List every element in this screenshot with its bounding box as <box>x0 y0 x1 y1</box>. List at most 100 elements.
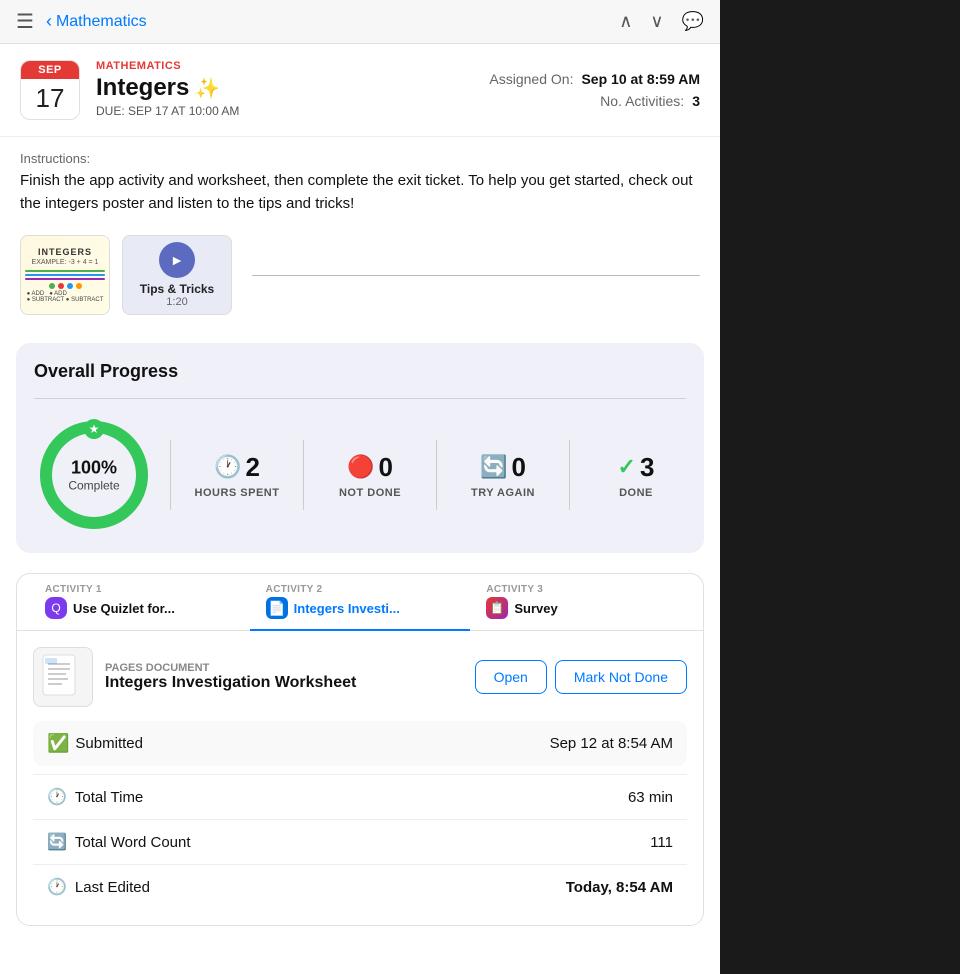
progress-title: Overall Progress <box>34 361 686 382</box>
tab1-label: ACTIVITY 1 <box>45 584 234 595</box>
stat-not-done-value: 0 <box>378 452 392 483</box>
stat-divider-2 <box>303 440 304 510</box>
svg-text:★: ★ <box>89 422 100 436</box>
chevron-up-icon[interactable]: ∧ <box>619 11 632 32</box>
assignment-title: Integers ✨ <box>96 74 464 102</box>
no-activities-value: 3 <box>692 93 700 109</box>
stat-try-again-label: TRY AGAIN <box>471 487 535 499</box>
assignment-due: DUE: SEP 17 AT 10:00 AM <box>96 104 464 118</box>
horizontal-divider <box>252 275 700 276</box>
video-duration: 1:20 <box>166 296 187 308</box>
integers-poster-thumb[interactable]: INTEGERS EXAMPLE: -3 + 4 = 1 ● ADD ● ADD… <box>20 235 110 315</box>
play-button[interactable]: ► <box>159 242 195 278</box>
stat-divider-4 <box>569 440 570 510</box>
stat-hours-value: 2 <box>245 452 259 483</box>
word-count-label: Total Word Count <box>75 834 191 851</box>
title-text: Integers <box>96 74 189 102</box>
activity-tabs: ACTIVITY 1 Q Use Quizlet for... ACTIVITY… <box>17 574 703 631</box>
quizlet-icon: Q <box>45 597 67 619</box>
attachments-section: INTEGERS EXAMPLE: -3 + 4 = 1 ● ADD ● ADD… <box>0 225 720 331</box>
stat-done: ✓ 3 DONE <box>586 452 686 499</box>
submitted-check-icon: ✅ <box>47 733 69 754</box>
calendar-icon: SEP 17 <box>20 60 80 120</box>
instructions-section: Instructions: Finish the app activity an… <box>0 137 720 225</box>
activity-tab-3[interactable]: ACTIVITY 3 📋 Survey <box>470 574 691 630</box>
assignment-subject: MATHEMATICS <box>96 60 464 72</box>
activity-tab-2[interactable]: ACTIVITY 2 📄 Integers Investi... <box>250 574 471 631</box>
video-title: Tips & Tricks <box>140 282 214 296</box>
calendar-month: SEP <box>21 61 79 79</box>
assignment-info: MATHEMATICS Integers ✨ DUE: SEP 17 AT 10… <box>96 60 464 120</box>
last-edited-icon: 🕐 <box>47 877 67 897</box>
back-label: Mathematics <box>56 13 147 31</box>
total-time-value: 63 min <box>628 789 673 806</box>
activity-tab-1[interactable]: ACTIVITY 1 Q Use Quizlet for... <box>29 574 250 630</box>
top-nav: ☰ ‹ Mathematics ∧ ∨ 💬 <box>0 0 720 44</box>
stat-not-done: 🔴 0 NOT DONE <box>320 452 420 499</box>
mark-not-done-button[interactable]: Mark Not Done <box>555 660 687 694</box>
total-time-label: Total Time <box>75 789 143 806</box>
activities-section: ACTIVITY 1 Q Use Quizlet for... ACTIVITY… <box>16 573 704 926</box>
survey-icon: 📋 <box>486 597 508 619</box>
chevron-left-icon: ‹ <box>46 11 52 32</box>
tab2-label: ACTIVITY 2 <box>266 584 455 595</box>
stat-not-done-label: NOT DONE <box>339 487 401 499</box>
tab1-name: Use Quizlet for... <box>73 601 175 616</box>
stat-hours-spent: 🕐 2 HOURS SPENT <box>187 452 287 499</box>
assignment-meta: Assigned On: Sep 10 at 8:59 AM No. Activ… <box>480 60 700 120</box>
stats-rows: 🕐 Total Time 63 min 🔄 Total Word Count 1… <box>33 774 687 909</box>
donut-chart: ★ 100% Complete <box>34 415 154 535</box>
open-button[interactable]: Open <box>475 660 547 694</box>
calendar-day: 17 <box>21 79 79 116</box>
stat-done-value: 3 <box>640 452 654 483</box>
no-activities-label: No. Activities: <box>600 93 684 109</box>
time-icon: 🕐 <box>47 787 67 807</box>
stat-try-again: 🔄 0 TRY AGAIN <box>453 452 553 499</box>
progress-section: Overall Progress ★ 100% <box>16 343 704 553</box>
progress-stats: ★ 100% Complete 🕐 2 HOURS SPENT <box>34 415 686 535</box>
stat-try-again-value: 0 <box>511 452 525 483</box>
pages-icon: 📄 <box>266 597 288 619</box>
stat-divider-3 <box>436 440 437 510</box>
last-edited-label: Last Edited <box>75 879 150 896</box>
word-count-row: 🔄 Total Word Count 111 <box>33 819 687 864</box>
tab2-name: Integers Investi... <box>294 601 400 616</box>
submitted-row: ✅ Submitted Sep 12 at 8:54 AM <box>33 721 687 766</box>
donut-complete-label: Complete <box>68 479 119 493</box>
doc-type: PAGES DOCUMENT <box>105 662 463 674</box>
back-button[interactable]: ‹ Mathematics <box>46 11 147 32</box>
instructions-label: Instructions: <box>20 151 700 166</box>
document-row: PAGES DOCUMENT Integers Investigation Wo… <box>33 647 687 707</box>
submitted-date: Sep 12 at 8:54 AM <box>550 735 673 752</box>
sidebar-icon[interactable]: ☰ <box>16 9 34 34</box>
try-again-icon: 🔄 <box>480 454 507 480</box>
doc-thumbnail <box>33 647 93 707</box>
assigned-on-label: Assigned On: <box>489 71 573 87</box>
doc-buttons: Open Mark Not Done <box>475 660 687 694</box>
clock-icon: 🕐 <box>214 454 241 480</box>
chevron-down-icon[interactable]: ∨ <box>650 11 663 32</box>
right-panel <box>720 0 960 974</box>
stat-done-label: DONE <box>619 487 653 499</box>
activity-content: PAGES DOCUMENT Integers Investigation Wo… <box>17 631 703 925</box>
last-edited-value: Today, 8:54 AM <box>566 879 673 896</box>
word-count-icon: 🔄 <box>47 832 67 852</box>
comment-icon[interactable]: 💬 <box>682 11 704 32</box>
last-edited-row: 🕐 Last Edited Today, 8:54 AM <box>33 864 687 909</box>
assignment-header: SEP 17 MATHEMATICS Integers ✨ DUE: SEP 1… <box>0 44 720 137</box>
done-checkmark-icon: ✓ <box>618 454 636 480</box>
sparkle-icon: ✨ <box>195 76 220 101</box>
assigned-on-value: Sep 10 at 8:59 AM <box>581 71 700 87</box>
instructions-text: Finish the app activity and worksheet, t… <box>20 170 700 215</box>
total-time-row: 🕐 Total Time 63 min <box>33 774 687 819</box>
tab3-label: ACTIVITY 3 <box>486 584 675 595</box>
progress-divider <box>34 398 686 399</box>
donut-percentage: 100% <box>68 458 119 479</box>
stat-hours-label: HOURS SPENT <box>195 487 280 499</box>
poster-title: INTEGERS <box>38 247 92 257</box>
not-done-icon: 🔴 <box>347 454 374 480</box>
tab3-name: Survey <box>514 601 557 616</box>
doc-info: PAGES DOCUMENT Integers Investigation Wo… <box>105 662 463 692</box>
tips-tricks-video[interactable]: ► Tips & Tricks 1:20 <box>122 235 232 315</box>
word-count-value: 111 <box>650 834 673 851</box>
